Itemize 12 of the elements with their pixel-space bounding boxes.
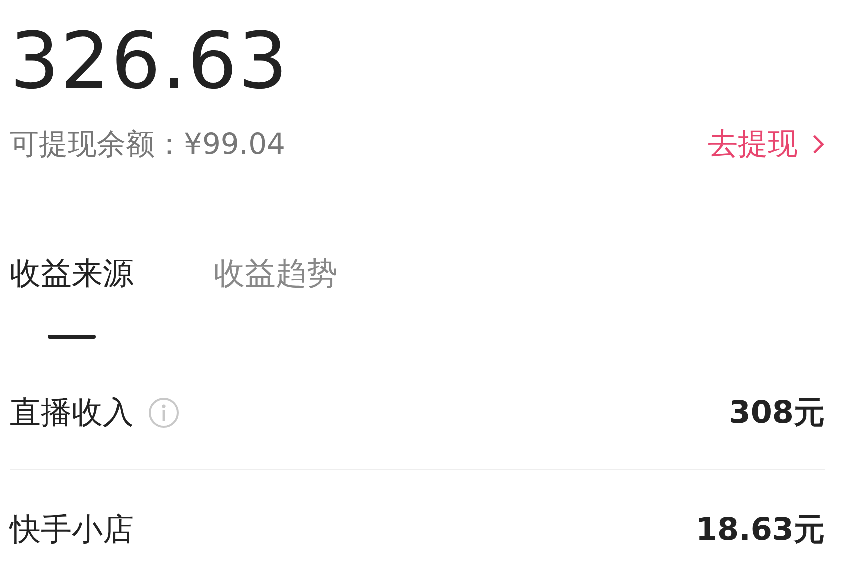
tab[interactable]: 收益来源 xyxy=(10,253,134,339)
info-icon[interactable] xyxy=(148,397,180,429)
tab[interactable]: 收益趋势 xyxy=(214,253,338,339)
withdraw-link[interactable]: 去提现 xyxy=(708,124,825,165)
total-amount: 326.63 xyxy=(10,16,290,109)
income-source: 快手小店 xyxy=(10,511,134,550)
income-amount: 18.63元 xyxy=(696,511,825,550)
withdrawable-balance: 可提现余额：¥99.04 xyxy=(10,126,286,162)
tab-indicator xyxy=(48,335,96,339)
income-amount: 308元 xyxy=(729,394,825,433)
income-source: 直播收入 xyxy=(10,394,134,433)
chevron-icon xyxy=(812,134,825,155)
